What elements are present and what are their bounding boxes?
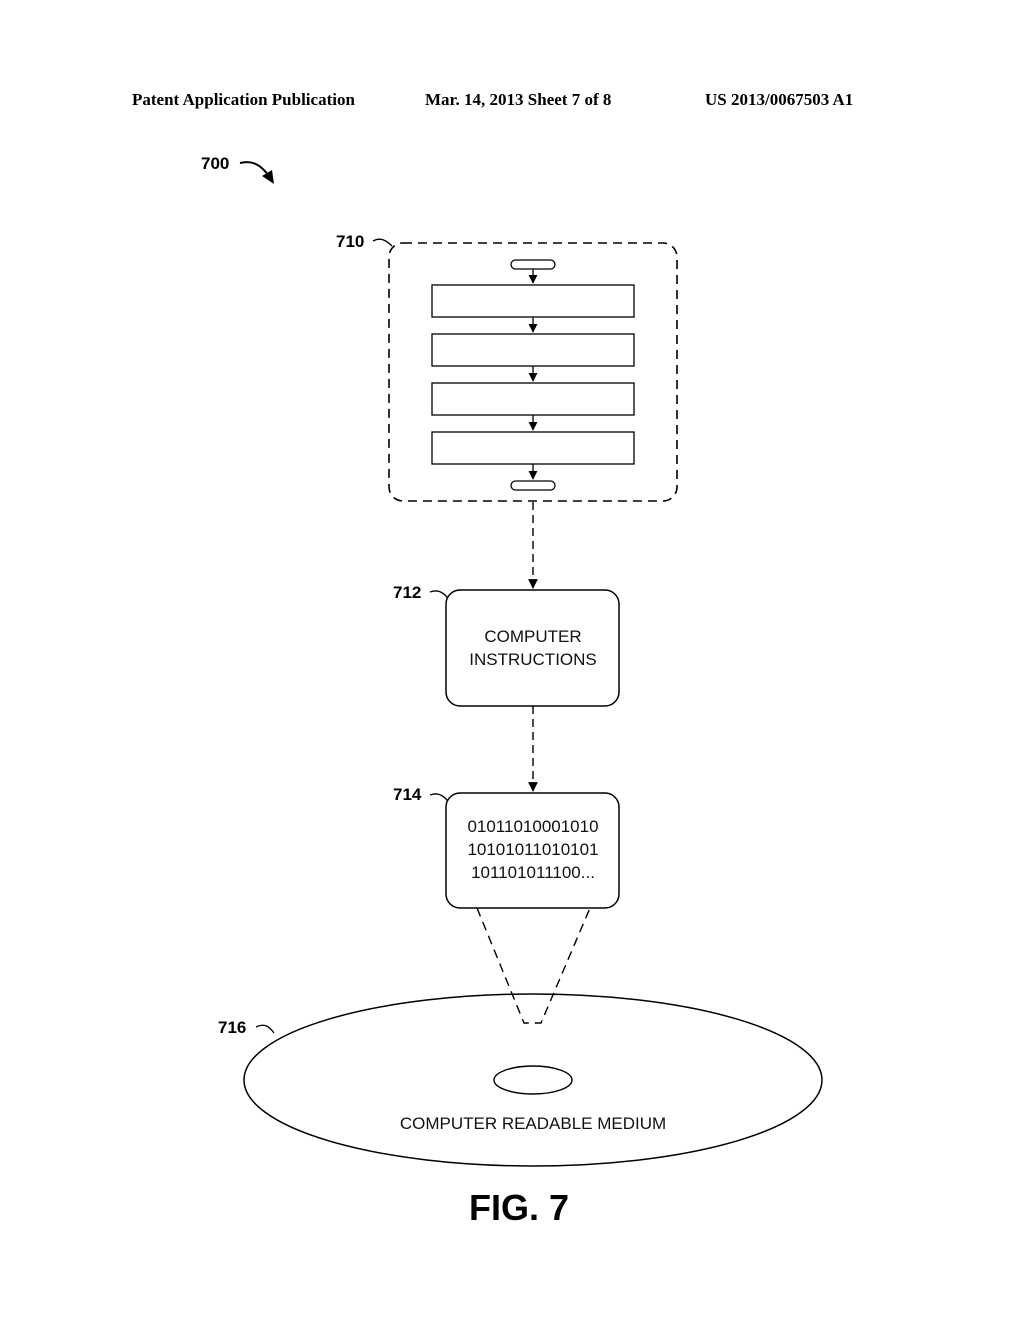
computer-instructions-line-2: INSTRUCTIONS (469, 650, 597, 669)
ref-714-leader (429, 793, 450, 804)
binary-line-2: 10101011010101 (467, 840, 598, 859)
flowchart-step-1 (431, 284, 635, 318)
ref-700-arrowhead (262, 170, 274, 184)
figure-7-diagram: 700 710 712 COMPUTER INSTRUCTIONS 714 01… (201, 154, 823, 1228)
disc-center-hole (493, 1065, 573, 1095)
flowchart-step-3 (431, 382, 635, 416)
flowchart-step-2 (431, 333, 635, 367)
medium-label: COMPUTER READABLE MEDIUM (400, 1114, 666, 1133)
ref-710-label: 710 (336, 232, 364, 251)
ref-716-leader (255, 1024, 275, 1034)
computer-instructions-line-1: COMPUTER (484, 627, 581, 646)
ref-712-leader (429, 590, 450, 601)
figure-caption: FIG. 7 (469, 1187, 569, 1228)
flowchart-end-terminal (510, 480, 556, 491)
ref-714-label: 714 (393, 785, 422, 804)
flowchart-start-terminal (510, 259, 556, 270)
ref-716-label: 716 (218, 1018, 246, 1037)
computer-instructions-box (445, 589, 620, 707)
binary-line-3: 101101011100... (471, 863, 595, 882)
ref-700-label: 700 (201, 154, 229, 173)
ref-710-leader (372, 238, 393, 247)
binary-line-1: 01011010001010 (467, 817, 598, 836)
ref-712-label: 712 (393, 583, 421, 602)
flowchart-step-4 (431, 431, 635, 465)
